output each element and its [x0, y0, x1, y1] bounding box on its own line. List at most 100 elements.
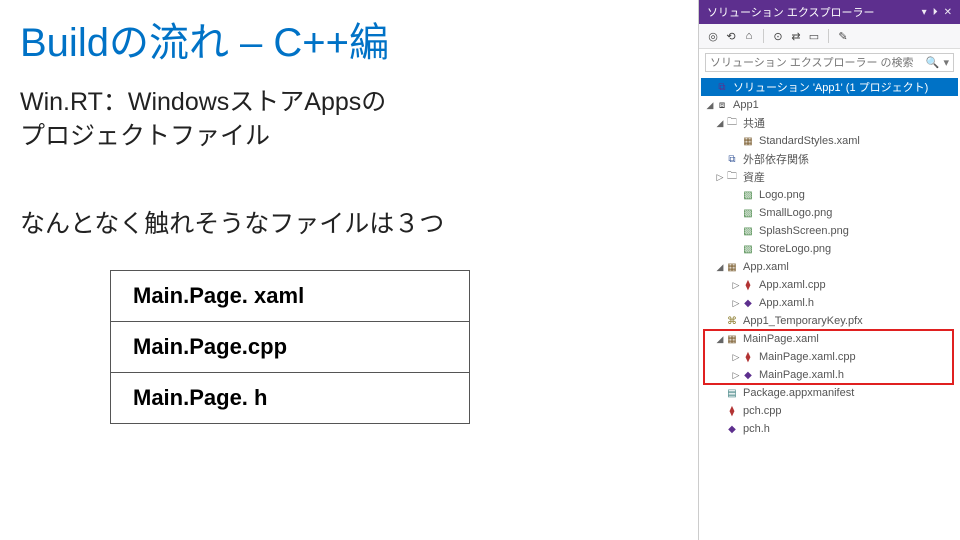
file-icon: ▤ [725, 386, 739, 400]
panel-title-bar[interactable]: ソリューション エクスプローラー ▾ ⏵ ✕ [699, 0, 960, 24]
expand-icon[interactable]: ▷ [731, 280, 741, 291]
file-icon: ▧ [741, 224, 755, 238]
toolbar-collapse-icon[interactable]: ▭ [806, 28, 822, 44]
subtitle-line-1: Win.RT：WindowsストアAppsの [20, 86, 678, 120]
slide-title: Buildの流れ – C++編 [20, 10, 678, 68]
tree-node[interactable]: ▷◆ MainPage.xaml.h [701, 366, 958, 384]
tree-node[interactable]: ▷⧫ App.xaml.cpp [701, 276, 958, 294]
toolbar-separator [763, 29, 764, 43]
search-input[interactable] [710, 57, 922, 69]
node-label: StandardStyles.xaml [759, 135, 860, 147]
tree-node[interactable]: ▷◆ App.xaml.h [701, 294, 958, 312]
expand-icon[interactable]: ▷ [731, 298, 741, 309]
node-label: MainPage.xaml.h [759, 369, 844, 381]
tree-node[interactable]: ▦ StandardStyles.xaml [701, 132, 958, 150]
node-label: Logo.png [759, 189, 805, 201]
subtitle-line-2: プロジェクトファイル [20, 120, 678, 154]
expand-icon[interactable]: ◢ [715, 118, 725, 129]
expand-icon[interactable]: ▷ [731, 352, 741, 363]
toolbar-home-icon[interactable]: ⌂ [741, 28, 757, 44]
tree-node[interactable]: ▷🗀 資産 [701, 168, 958, 186]
node-label: 共通 [743, 115, 765, 131]
file-icon: 🗀 [725, 116, 739, 130]
tree-node[interactable]: ⧫ pch.cpp [701, 402, 958, 420]
node-label: 外部依存関係 [743, 151, 809, 167]
file-icon: ⧉ [715, 80, 729, 94]
node-label: 資産 [743, 169, 765, 185]
expand-icon[interactable]: ▷ [715, 172, 725, 183]
node-label: pch.h [743, 423, 770, 435]
file-row: Main.Page. h [110, 373, 470, 424]
file-list: Main.Page. xaml Main.Page.cpp Main.Page.… [110, 270, 470, 424]
file-icon: ▦ [741, 134, 755, 148]
toolbar-properties-icon[interactable]: ✎ [835, 28, 851, 44]
file-icon: ⧈ [715, 98, 729, 112]
solution-explorer-panel: ソリューション エクスプローラー ▾ ⏵ ✕ ◎ ⟲ ⌂ ⊙ ⇄ ▭ ✎ 🔍 ▾… [698, 0, 960, 540]
tree-node[interactable]: ⌘ App1_TemporaryKey.pfx [701, 312, 958, 330]
tree-node[interactable]: ▧ StoreLogo.png [701, 240, 958, 258]
file-icon: ▦ [725, 332, 739, 346]
file-icon: ▧ [741, 188, 755, 202]
search-icon[interactable]: 🔍 [926, 56, 940, 69]
node-label: MainPage.xaml.cpp [759, 351, 856, 363]
search-dropdown-icon[interactable]: ▾ [943, 56, 949, 69]
node-label: StoreLogo.png [759, 243, 831, 255]
tree-node[interactable]: ▧ SplashScreen.png [701, 222, 958, 240]
toolbar-nav-icon[interactable]: ◎ [705, 28, 721, 44]
tree-node[interactable]: ▷⧫ MainPage.xaml.cpp [701, 348, 958, 366]
tree-node[interactable]: ⧉ ソリューション 'App1' (1 プロジェクト) [701, 78, 958, 96]
tree-node[interactable]: ◆ pch.h [701, 420, 958, 438]
file-row: Main.Page. xaml [110, 271, 470, 322]
tree-node[interactable]: ▧ Logo.png [701, 186, 958, 204]
toolbar-sync-icon[interactable]: ⊙ [770, 28, 786, 44]
node-label: App.xaml.cpp [759, 279, 826, 291]
solution-tree[interactable]: ⧉ソリューション 'App1' (1 プロジェクト)◢⧈App1◢🗀共通▦Sta… [699, 76, 960, 444]
file-icon: ▧ [741, 206, 755, 220]
expand-icon[interactable]: ◢ [715, 262, 725, 273]
tree-node[interactable]: ◢▦ MainPage.xaml [701, 330, 958, 348]
node-label: SmallLogo.png [759, 207, 832, 219]
node-label: SplashScreen.png [759, 225, 849, 237]
tree-node[interactable]: ▧ SmallLogo.png [701, 204, 958, 222]
file-icon: ⧉ [725, 152, 739, 166]
expand-icon[interactable]: ▷ [731, 370, 741, 381]
slide-line-2: なんとなく触れそうなファイルは３つ [20, 204, 678, 240]
file-row: Main.Page.cpp [110, 322, 470, 373]
slide-subtitle: Win.RT：WindowsストアAppsの プロジェクトファイル [20, 86, 678, 154]
expand-icon[interactable]: ◢ [705, 100, 715, 111]
tree-node[interactable]: ◢▦ App.xaml [701, 258, 958, 276]
node-label: ソリューション 'App1' (1 プロジェクト) [733, 79, 928, 95]
file-icon: ▦ [725, 260, 739, 274]
node-label: MainPage.xaml [743, 333, 819, 345]
node-label: App.xaml [743, 261, 789, 273]
toolbar-separator [828, 29, 829, 43]
toolbar-back-icon[interactable]: ⟲ [723, 28, 739, 44]
toolbar-refresh-icon[interactable]: ⇄ [788, 28, 804, 44]
panel-dropdown-icon[interactable]: ▾ [922, 7, 927, 18]
file-icon: ◆ [741, 296, 755, 310]
panel-search[interactable]: 🔍 ▾ [705, 53, 954, 72]
tree-node[interactable]: ⧉ 外部依存関係 [701, 150, 958, 168]
file-icon: ⧫ [741, 278, 755, 292]
file-icon: ⧫ [725, 404, 739, 418]
file-icon: 🗀 [725, 170, 739, 184]
tree-node[interactable]: ◢⧈ App1 [701, 96, 958, 114]
tree-node[interactable]: ▤ Package.appxmanifest [701, 384, 958, 402]
file-icon: ⌘ [725, 314, 739, 328]
expand-icon[interactable]: ◢ [715, 334, 725, 345]
panel-title-text: ソリューション エクスプローラー [707, 4, 875, 20]
node-label: App1 [733, 99, 759, 111]
tree-node[interactable]: ◢🗀 共通 [701, 114, 958, 132]
node-label: Package.appxmanifest [743, 387, 854, 399]
file-icon: ▧ [741, 242, 755, 256]
slide-area: Buildの流れ – C++編 Win.RT：WindowsストアAppsの プ… [0, 0, 698, 540]
node-label: App.xaml.h [759, 297, 814, 309]
panel-pin-icon[interactable]: ⏵ [933, 7, 938, 18]
file-icon: ◆ [725, 422, 739, 436]
node-label: App1_TemporaryKey.pfx [743, 315, 863, 327]
file-icon: ◆ [741, 368, 755, 382]
file-icon: ⧫ [741, 350, 755, 364]
node-label: pch.cpp [743, 405, 782, 417]
panel-close-icon[interactable]: ✕ [944, 7, 952, 18]
panel-toolbar: ◎ ⟲ ⌂ ⊙ ⇄ ▭ ✎ [699, 24, 960, 49]
